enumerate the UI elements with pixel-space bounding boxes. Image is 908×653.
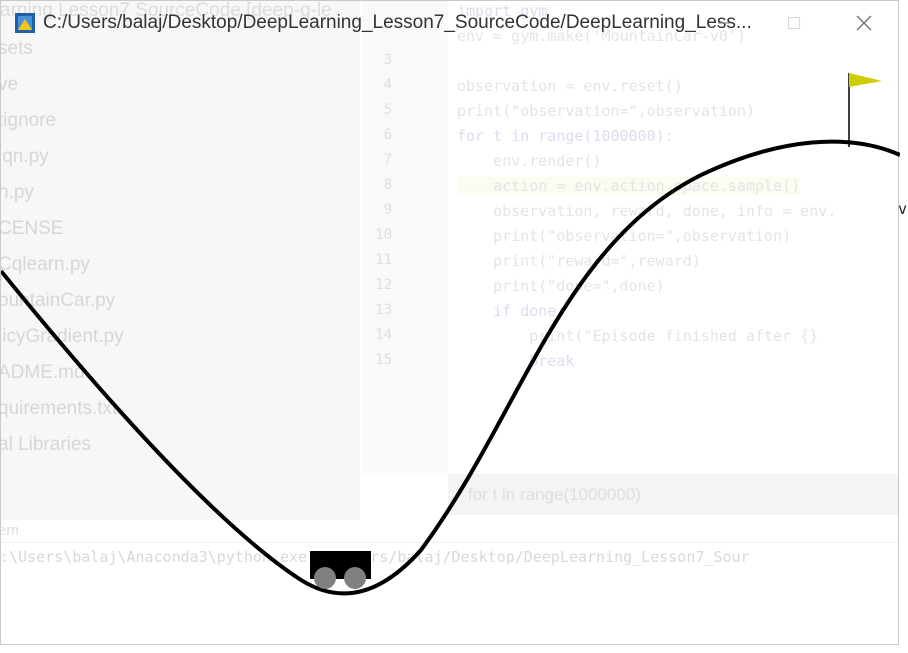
minimize-button[interactable]: [701, 1, 747, 45]
maximize-icon: [787, 16, 801, 30]
mountain-car-scene: [1, 73, 900, 596]
close-button[interactable]: [841, 1, 887, 45]
right-edge-strip: [899, 0, 908, 653]
mountain-track: [1, 139, 900, 596]
title-bar[interactable]: C:/Users/balaj/Desktop/DeepLearning_Less…: [1, 1, 900, 45]
car-wheel-right: [344, 567, 366, 589]
python-app-icon: [15, 13, 35, 33]
window-title: C:/Users/balaj/Desktop/DeepLearning_Less…: [43, 12, 752, 33]
close-icon: [856, 15, 872, 31]
car-wheel-left: [314, 567, 336, 589]
goal-flag: [849, 73, 882, 87]
minimize-icon: [718, 22, 730, 24]
maximize-button[interactable]: [771, 1, 817, 45]
render-window: C:/Users/balaj/Desktop/DeepLearning_Less…: [0, 0, 900, 645]
